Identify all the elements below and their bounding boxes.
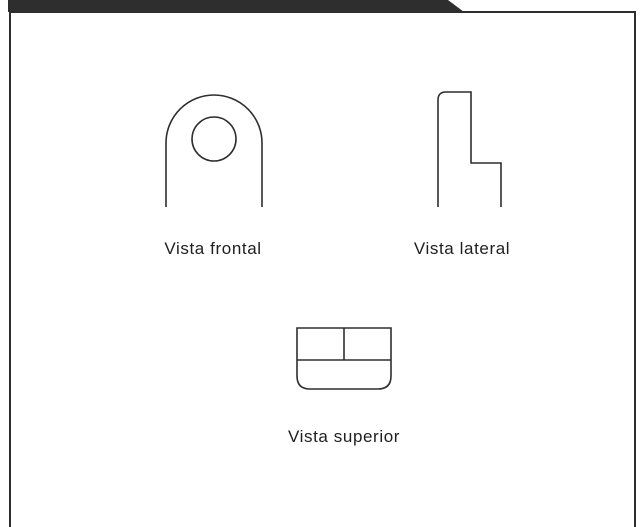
orthographic-drawing <box>165 91 502 390</box>
front-view-shape <box>165 94 263 207</box>
top-view-shape <box>296 327 392 390</box>
side-view-shape <box>437 91 502 207</box>
top-view-label: Vista superior <box>287 427 401 446</box>
front-view-label: Vista frontal <box>164 239 262 258</box>
side-view-label: Vista lateral <box>413 239 511 258</box>
